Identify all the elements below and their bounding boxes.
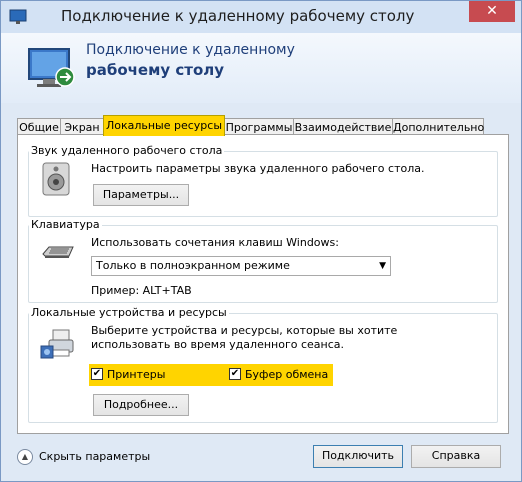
keyboard-description: Использовать сочетания клавиш Windows:	[91, 236, 339, 249]
keyboard-example: Пример: ALT+TAB	[91, 284, 192, 297]
sound-description: Настроить параметры звука удаленного раб…	[91, 162, 425, 175]
keyboard-group: Клавиатура Использовать сочетания клавиш…	[28, 218, 498, 303]
header-banner: Подключение к удаленному рабочему столу	[1, 33, 521, 103]
chevron-up-icon[interactable]: ▲	[17, 449, 33, 465]
close-button[interactable]: ✕	[469, 1, 515, 22]
app-icon	[9, 9, 27, 24]
help-button[interactable]: Справка	[411, 445, 501, 468]
clipboard-label[interactable]: Буфер обмена	[245, 368, 328, 381]
printers-label[interactable]: Принтеры	[107, 368, 165, 381]
tab-general[interactable]: Общие	[17, 118, 61, 135]
tab-programs[interactable]: Программы	[224, 118, 294, 135]
tab-local-resources[interactable]: Локальные ресурсы	[103, 115, 225, 136]
speaker-icon	[42, 162, 70, 196]
header-title-line1: Подключение к удаленному	[86, 42, 295, 58]
chevron-down-icon: ▼	[379, 261, 386, 271]
sound-group-title: Звук удаленного рабочего стола	[29, 144, 225, 157]
windows-keys-select-value: Только в полноэкранном режиме	[96, 259, 290, 272]
rdp-window: Подключение к удаленному рабочему столу …	[0, 0, 522, 482]
tab-experience[interactable]: Взаимодействие	[293, 118, 393, 135]
connect-button[interactable]: Подключить	[313, 445, 403, 468]
tab-panel-local-resources: Звук удаленного рабочего стола Настроить…	[17, 134, 509, 434]
more-details-button[interactable]: Подробнее...	[93, 394, 189, 416]
device-checkboxes-row: ✔ Принтеры ✔ Буфер обмена	[89, 364, 333, 386]
keyboard-group-title: Клавиатура	[29, 218, 102, 231]
header-title-line2: рабочему столу	[86, 61, 225, 79]
local-devices-group-title: Локальные устройства и ресурсы	[29, 306, 229, 319]
window-title: Подключение к удаленному рабочему столу	[61, 7, 415, 25]
footer-bar: ▲ Скрыть параметры Подключить Справка	[1, 441, 521, 481]
title-bar: Подключение к удаленному рабочему столу …	[1, 1, 521, 33]
sound-settings-button[interactable]: Параметры...	[93, 184, 189, 206]
local-devices-description-line2: использовать во время удаленного сеанса.	[91, 338, 344, 351]
remote-desktop-icon	[28, 48, 75, 87]
local-devices-group: Локальные устройства и ресурсы Выберите …	[28, 306, 498, 423]
local-devices-description-line1: Выберите устройства и ресурсы, которые в…	[91, 324, 398, 337]
devices-icon	[40, 329, 74, 359]
hide-options-link[interactable]: Скрыть параметры	[39, 450, 150, 463]
sound-group: Звук удаленного рабочего стола Настроить…	[28, 144, 498, 217]
tab-display[interactable]: Экран	[60, 118, 104, 135]
windows-keys-select[interactable]: Только в полноэкранном режиме ▼	[91, 256, 391, 276]
clipboard-checkbox[interactable]: ✔	[229, 368, 241, 380]
keyboard-icon	[42, 246, 74, 258]
tab-advanced[interactable]: Дополнительно	[392, 118, 484, 135]
printers-checkbox[interactable]: ✔	[91, 368, 103, 380]
